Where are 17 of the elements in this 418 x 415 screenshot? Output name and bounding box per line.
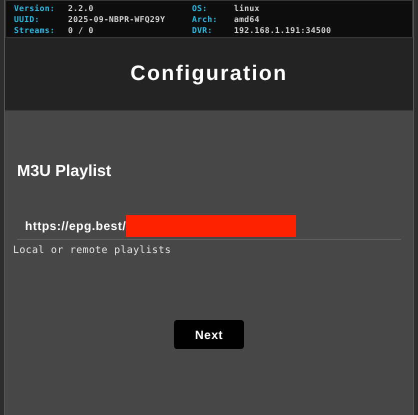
- info-label: Arch:: [192, 15, 219, 24]
- playlist-url-field[interactable]: https://epg.best/: [17, 213, 401, 240]
- next-button[interactable]: Next: [174, 320, 244, 349]
- info-value: linux: [234, 4, 261, 13]
- info-value: amd64: [234, 15, 261, 24]
- info-label: Streams:: [14, 26, 56, 35]
- section-title: M3U Playlist: [17, 163, 112, 181]
- info-label: UUID:: [14, 15, 41, 24]
- info-label: OS:: [192, 4, 208, 13]
- field-hint: Local or remote playlists: [13, 245, 172, 256]
- info-label: DVR:: [192, 26, 214, 35]
- info-label: Version:: [14, 4, 56, 13]
- page-title: Configuration: [130, 62, 288, 86]
- info-value: 2025-09-NBPR-WFQ29Y: [68, 15, 166, 24]
- info-value: 192.168.1.191:34500: [234, 26, 332, 35]
- info-value: 0 / 0: [68, 26, 95, 35]
- info-value: 2.2.0: [68, 4, 95, 13]
